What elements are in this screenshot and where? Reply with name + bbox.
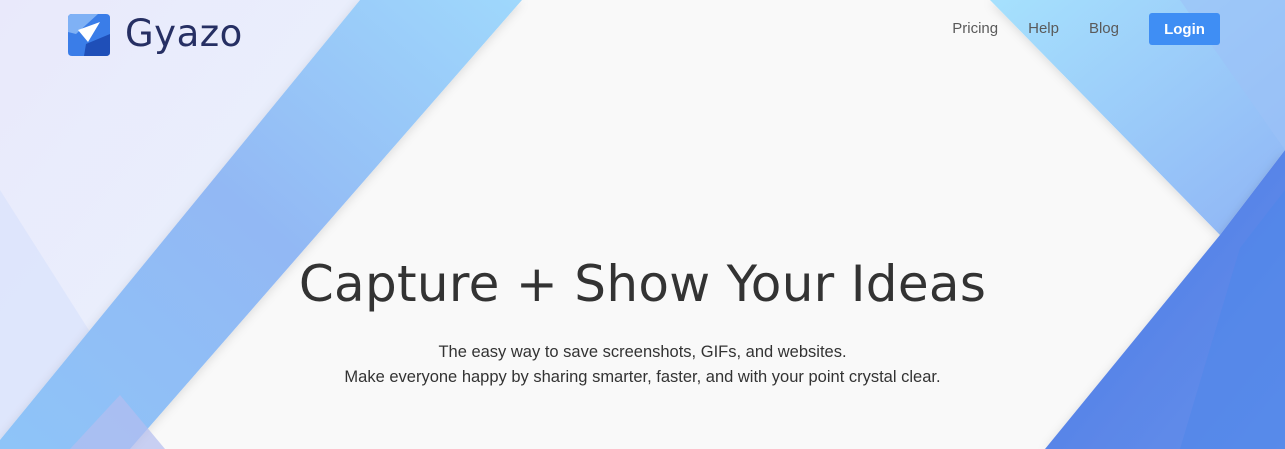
site-header: Gyazo Pricing Help Blog Login [0,0,1285,60]
hero-subtitle-line-2: Make everyone happy by sharing smarter, … [344,368,941,386]
hero-section: Capture + Show Your Ideas The easy way t… [0,248,1285,390]
hero-subtitle: The easy way to save screenshots, GIFs, … [0,340,1285,390]
login-button[interactable]: Login [1149,13,1220,45]
nav-link-blog[interactable]: Blog [1089,13,1119,45]
nav-link-help[interactable]: Help [1028,13,1059,45]
hero-title: Capture + Show Your Ideas [298,255,987,313]
brand-logo-link[interactable]: Gyazo [66,11,243,59]
brand-name: Gyazo [125,12,243,55]
nav-link-pricing[interactable]: Pricing [952,13,998,45]
hero-subtitle-line-1: The easy way to save screenshots, GIFs, … [438,343,847,361]
top-nav: Pricing Help Blog Login [952,13,1220,45]
gyazo-logo-icon [68,14,110,56]
